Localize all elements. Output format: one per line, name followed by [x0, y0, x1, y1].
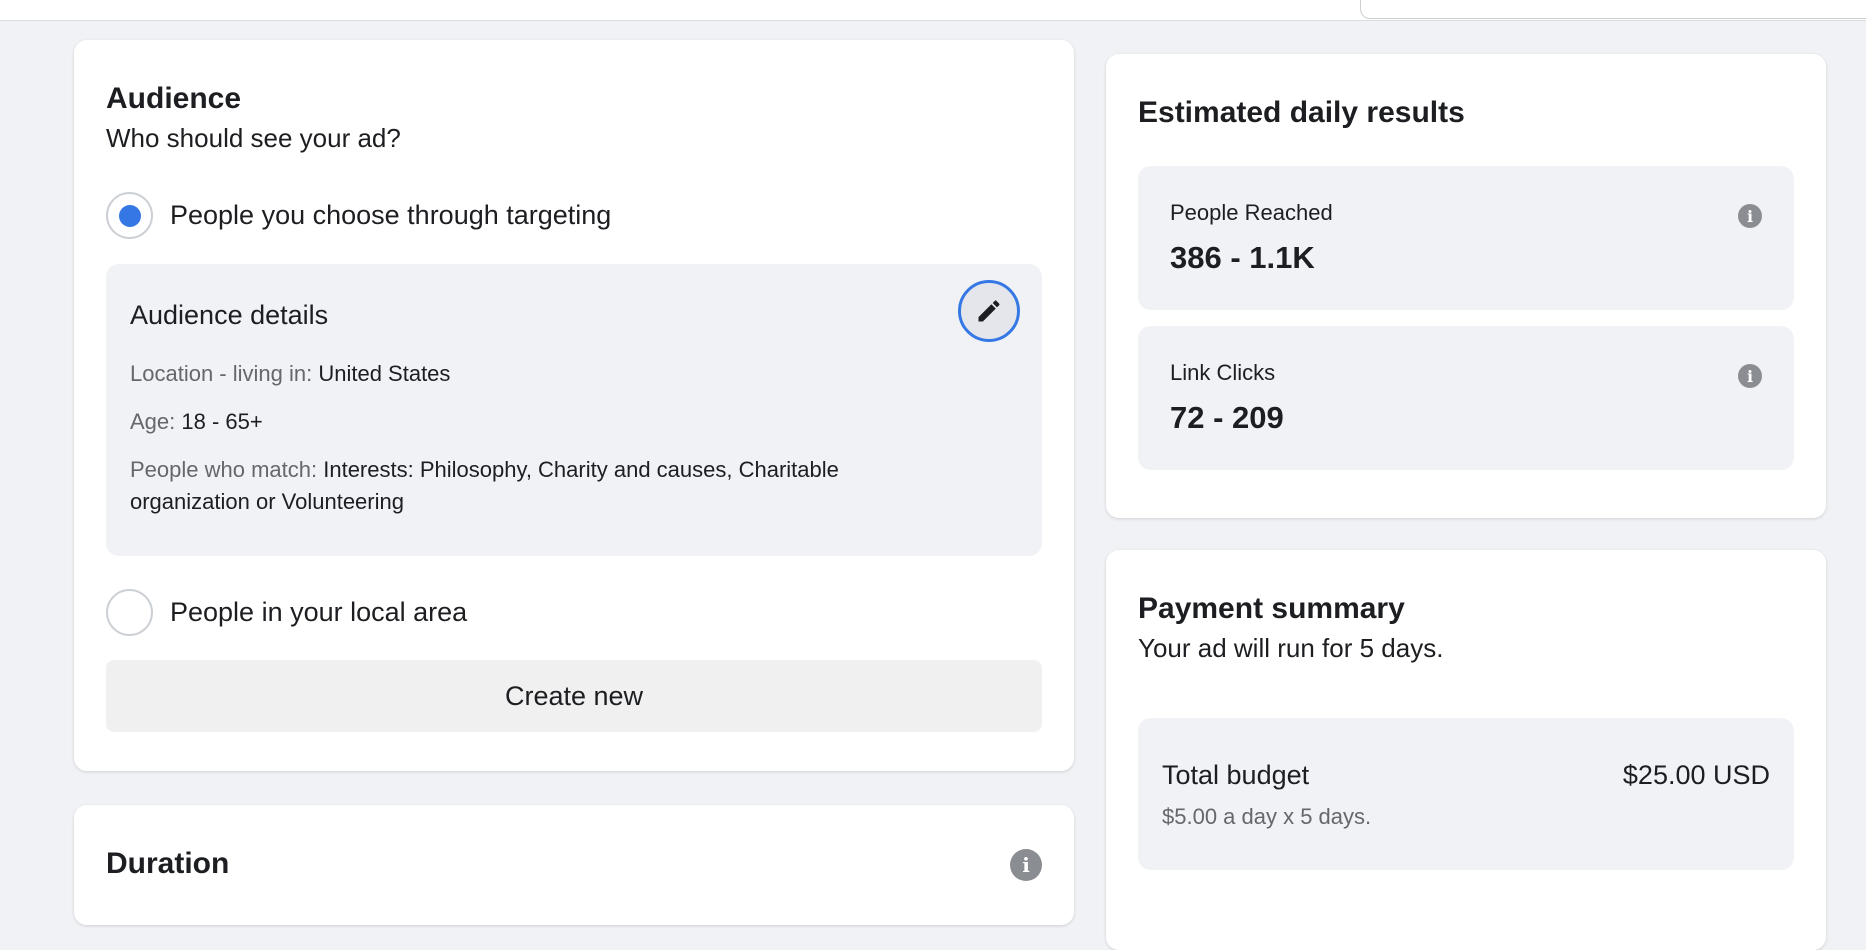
- match-value-line1: Interests: Philosophy, Charity and cause…: [323, 457, 839, 482]
- total-budget-label: Total budget: [1162, 760, 1310, 790]
- age-value: 18 - 65+: [181, 409, 263, 434]
- estimated-results-card: Estimated daily results People Reached 3…: [1106, 54, 1826, 518]
- payment-summary-title: Payment summary: [1138, 592, 1405, 625]
- pencil-icon: [978, 300, 1000, 322]
- audience-details-box: Audience details Location - living in: U…: [106, 264, 1042, 556]
- info-icon[interactable]: i: [1010, 849, 1042, 881]
- link-clicks-value: 72 - 209: [1170, 400, 1284, 435]
- total-budget-amount: $25.00 USD: [1622, 760, 1770, 790]
- audience-card: Audience Who should see your ad? People …: [74, 40, 1074, 771]
- location-value: United States: [318, 361, 451, 386]
- duration-card: Duration i: [74, 805, 1074, 925]
- match-line: People who match: Interests: Philosophy,…: [130, 454, 839, 486]
- targeting-radio[interactable]: [106, 192, 153, 239]
- info-icon[interactable]: i: [1738, 364, 1762, 388]
- local-area-radio[interactable]: [106, 589, 153, 636]
- people-reached-label: People Reached: [1170, 200, 1333, 225]
- payment-summary-subtitle: Your ad will run for 5 days.: [1138, 633, 1444, 663]
- people-reached-box: People Reached 386 - 1.1K i: [1138, 166, 1794, 310]
- link-clicks-box: Link Clicks 72 - 209 i: [1138, 326, 1794, 470]
- edit-audience-button[interactable]: [958, 280, 1020, 342]
- budget-detail: $5.00 a day x 5 days.: [1162, 804, 1372, 829]
- create-new-label: Create new: [504, 680, 644, 711]
- estimated-results-title: Estimated daily results: [1138, 96, 1465, 129]
- audience-title: Audience: [106, 82, 242, 115]
- top-bar: [0, 0, 1866, 21]
- location-label: Location - living in:: [130, 361, 313, 386]
- local-area-radio-label[interactable]: People in your local area: [170, 597, 467, 628]
- targeting-radio-label[interactable]: People you choose through targeting: [170, 200, 611, 231]
- info-icon[interactable]: i: [1738, 204, 1762, 228]
- audience-details-title: Audience details: [130, 300, 329, 330]
- create-new-button[interactable]: Create new: [106, 660, 1042, 732]
- match-value-line2: organization or Volunteering: [130, 489, 404, 514]
- location-line: Location - living in: United States: [130, 358, 450, 390]
- payment-summary-card: Payment summary Your ad will run for 5 d…: [1106, 550, 1826, 950]
- total-budget-box: Total budget $25.00 USD $5.00 a day x 5 …: [1138, 718, 1794, 870]
- audience-subtitle: Who should see your ad?: [106, 123, 401, 153]
- duration-title: Duration: [106, 847, 230, 880]
- age-line: Age: 18 - 65+: [130, 406, 263, 438]
- age-label: Age:: [130, 409, 176, 434]
- people-reached-value: 386 - 1.1K: [1170, 240, 1315, 275]
- link-clicks-label: Link Clicks: [1170, 360, 1276, 385]
- match-line-2: organization or Volunteering: [130, 486, 404, 518]
- match-label: People who match:: [130, 457, 318, 482]
- top-bar-panel: [1360, 0, 1866, 19]
